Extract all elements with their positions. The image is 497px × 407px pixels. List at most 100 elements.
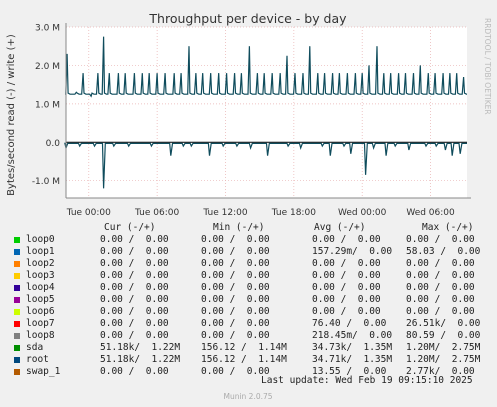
y-tick-label: -1.0 M bbox=[32, 177, 60, 187]
legend-name: loop4 bbox=[26, 282, 55, 293]
legend-cur: 0.00 / 0.00 bbox=[100, 270, 169, 281]
legend-swatch bbox=[14, 249, 20, 255]
legend-avg: 0.00 / 0.00 bbox=[312, 306, 381, 317]
legend-header-avg: Avg (-/+) bbox=[314, 222, 366, 233]
x-tick-label: Tue 06:00 bbox=[134, 208, 179, 218]
legend-name: loop7 bbox=[26, 318, 55, 329]
legend-row: loop4 0.00 / 0.00 0.00 / 0.00 0.00 / 0.00 0.… bbox=[0, 282, 497, 294]
legend-row: loop7 0.00 / 0.00 0.00 / 0.00 76.40 / 0.00 2… bbox=[0, 318, 497, 330]
y-axis-label: Bytes/second read (-) / write (+) bbox=[6, 34, 17, 196]
legend-name: root bbox=[26, 354, 49, 365]
legend-cur: 0.00 / 0.00 bbox=[100, 306, 169, 317]
legend-avg: 0.00 / 0.00 bbox=[312, 270, 381, 281]
y-tick-label: 1.0 M bbox=[35, 100, 60, 110]
legend-row: sda 51.18k/ 1.22M 156.12 / 1.14M 34.73k/ 1.… bbox=[0, 342, 497, 354]
side-label: RRDTOOL / TOBI OETIKER bbox=[483, 18, 492, 115]
legend-swatch bbox=[14, 237, 20, 243]
legend-swatch bbox=[14, 273, 20, 279]
legend-swatch bbox=[14, 297, 20, 303]
x-tick-label: Tue 00:00 bbox=[66, 208, 111, 218]
legend-min: 0.00 / 0.00 bbox=[201, 234, 270, 245]
legend-swatch bbox=[14, 333, 20, 339]
legend-min: 0.00 / 0.00 bbox=[201, 330, 270, 341]
legend-max: 0.00 / 0.00 bbox=[406, 294, 475, 305]
legend-min: 0.00 / 0.00 bbox=[201, 318, 270, 329]
legend-avg: 218.45m/ 0.00 bbox=[312, 330, 393, 341]
legend-max: 0.00 / 0.00 bbox=[406, 270, 475, 281]
plot-background bbox=[66, 27, 467, 198]
x-tick-label: Tue 12:00 bbox=[202, 208, 247, 218]
legend-min: 0.00 / 0.00 bbox=[201, 246, 270, 257]
legend-row: loop2 0.00 / 0.00 0.00 / 0.00 0.00 / 0.00 0.… bbox=[0, 258, 497, 270]
legend-min: 156.12 / 1.14M bbox=[201, 354, 287, 365]
legend-max: 0.00 / 0.00 bbox=[406, 282, 475, 293]
legend-name: loop2 bbox=[26, 258, 55, 269]
legend-row: loop3 0.00 / 0.00 0.00 / 0.00 0.00 / 0.00 0.… bbox=[0, 270, 497, 282]
legend-row: loop5 0.00 / 0.00 0.00 / 0.00 0.00 / 0.00 0.… bbox=[0, 294, 497, 306]
legend-row: loop8 0.00 / 0.00 0.00 / 0.00 218.45m/ 0.00… bbox=[0, 330, 497, 342]
legend-max: 1.20M/ 2.75M bbox=[406, 342, 481, 353]
y-tick-label: 2.0 M bbox=[35, 62, 60, 72]
legend-header-row: Cur (-/+) Min (-/+) Avg (-/+) Max (-/+) bbox=[0, 222, 497, 234]
legend-cur: 0.00 / 0.00 bbox=[100, 294, 169, 305]
legend-avg: 0.00 / 0.00 bbox=[312, 294, 381, 305]
legend-cur: 0.00 / 0.00 bbox=[100, 234, 169, 245]
legend-swatch bbox=[14, 345, 20, 351]
x-tick-label: Wed 00:00 bbox=[338, 208, 387, 218]
legend-swatch bbox=[14, 321, 20, 327]
legend-min: 0.00 / 0.00 bbox=[201, 258, 270, 269]
legend-cur: 0.00 / 0.00 bbox=[100, 318, 169, 329]
legend-cur: 51.18k/ 1.22M bbox=[100, 354, 181, 365]
legend-header-max: Max (-/+) bbox=[422, 222, 474, 233]
legend-avg: 34.71k/ 1.35M bbox=[312, 354, 393, 365]
legend-max: 58.03 / 0.00 bbox=[406, 246, 481, 257]
legend-cur: 0.00 / 0.00 bbox=[100, 246, 169, 257]
legend-max: 0.00 / 0.00 bbox=[406, 234, 475, 245]
legend-header-min: Min (-/+) bbox=[213, 222, 265, 233]
legend-cur: 51.18k/ 1.22M bbox=[100, 342, 181, 353]
legend-min: 0.00 / 0.00 bbox=[201, 270, 270, 281]
legend-cur: 0.00 / 0.00 bbox=[100, 330, 169, 341]
legend-max: 80.59 / 0.00 bbox=[406, 330, 481, 341]
legend-name: loop5 bbox=[26, 294, 55, 305]
legend-swatch bbox=[14, 261, 20, 267]
legend-swatch bbox=[14, 285, 20, 291]
last-update: Last update: Wed Feb 19 09:15:10 2025 bbox=[261, 375, 473, 386]
legend-avg: 0.00 / 0.00 bbox=[312, 282, 381, 293]
footer-text: Munin 2.0.75 bbox=[223, 392, 272, 401]
x-tick-label: Wed 06:00 bbox=[406, 208, 455, 218]
legend-header-cur: Cur (-/+) bbox=[104, 222, 156, 233]
legend-row: loop0 0.00 / 0.00 0.00 / 0.00 0.00 / 0.00 0.… bbox=[0, 234, 497, 246]
legend-name: loop1 bbox=[26, 246, 55, 257]
legend-swatch bbox=[14, 309, 20, 315]
legend-max: 26.51k/ 0.00 bbox=[406, 318, 481, 329]
legend-swatch bbox=[14, 357, 20, 363]
y-tick-label: 0.0 bbox=[46, 139, 61, 149]
legend-name: loop6 bbox=[26, 306, 55, 317]
legend-row: loop6 0.00 / 0.00 0.00 / 0.00 0.00 / 0.00 0.… bbox=[0, 306, 497, 318]
legend-avg: 0.00 / 0.00 bbox=[312, 234, 381, 245]
legend-name: sda bbox=[26, 342, 44, 353]
legend-min: 156.12 / 1.14M bbox=[201, 342, 287, 353]
legend-cur: 0.00 / 0.00 bbox=[100, 282, 169, 293]
last-update-row: Last update: Wed Feb 19 09:15:10 2025 bbox=[0, 375, 497, 387]
legend-avg: 157.29m/ 0.00 bbox=[312, 246, 393, 257]
legend-max: 0.00 / 0.00 bbox=[406, 258, 475, 269]
legend-min: 0.00 / 0.00 bbox=[201, 282, 270, 293]
legend-avg: 76.40 / 0.00 bbox=[312, 318, 387, 329]
legend-min: 0.00 / 0.00 bbox=[201, 294, 270, 305]
legend-cur: 0.00 / 0.00 bbox=[100, 258, 169, 269]
legend-max: 1.20M/ 2.75M bbox=[406, 354, 481, 365]
legend-avg: 0.00 / 0.00 bbox=[312, 258, 381, 269]
legend-avg: 34.73k/ 1.35M bbox=[312, 342, 393, 353]
legend-row: loop1 0.00 / 0.00 0.00 / 0.00 157.29m/ 0.00… bbox=[0, 246, 497, 258]
y-tick-label: 3.0 M bbox=[35, 24, 60, 34]
legend-row: root 51.18k/ 1.22M 156.12 / 1.14M 34.71k/ 1… bbox=[0, 354, 497, 366]
chart-title: Throughput per device - by day bbox=[148, 11, 347, 26]
legend-name: loop3 bbox=[26, 270, 55, 281]
legend-min: 0.00 / 0.00 bbox=[201, 306, 270, 317]
legend-max: 0.00 / 0.00 bbox=[406, 306, 475, 317]
x-tick-label: Tue 18:00 bbox=[271, 208, 316, 218]
legend-name: loop8 bbox=[26, 330, 55, 341]
legend-name: loop0 bbox=[26, 234, 55, 245]
